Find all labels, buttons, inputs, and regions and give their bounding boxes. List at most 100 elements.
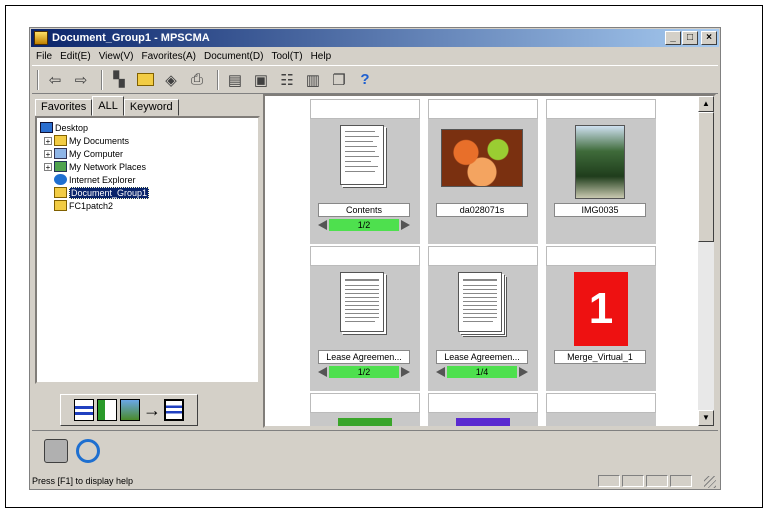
toolbar: ⇦ ⇨ ▚ ◈ ⎙ ▤ ▣ ☷ ▥ ❐ ?: [32, 65, 718, 94]
menu-document[interactable]: Document(D): [200, 51, 267, 62]
forward-arrow-icon[interactable]: ⇨: [70, 69, 92, 91]
status-panel: [646, 475, 668, 487]
menu-view[interactable]: View(V): [95, 51, 138, 62]
document-name: Merge_Virtual_1: [554, 350, 646, 364]
page-indicator: 1/2: [329, 366, 399, 378]
tree-item-document-group1[interactable]: Document_Group1: [54, 186, 150, 199]
tree-item-my-network-places[interactable]: My Network Places: [54, 160, 146, 173]
menu-edit[interactable]: Edit(E): [56, 51, 95, 62]
tree-item-desktop[interactable]: Desktop: [40, 121, 88, 134]
document-thumbnail-view: Contents 1/2 da028071s IMG0035 Lease Agr…: [263, 94, 716, 428]
folder-icon: [54, 200, 67, 211]
page-pager: 1/4: [436, 366, 528, 378]
document-card-partial[interactable]: [310, 393, 420, 426]
help-icon[interactable]: ?: [354, 69, 376, 91]
tab-favorites[interactable]: Favorites: [35, 99, 93, 116]
scroll-up-icon[interactable]: ▲: [698, 96, 714, 112]
prev-page-icon[interactable]: [318, 367, 327, 377]
title-bar[interactable]: Document_Group1 - MPSCMA _ □ ×: [31, 29, 719, 47]
toolbar-separator: [101, 69, 103, 90]
text-view-icon[interactable]: ▤: [224, 69, 246, 91]
status-panel: [622, 475, 644, 487]
computer-icon: [54, 148, 67, 159]
expand-icon[interactable]: +: [44, 163, 52, 172]
document-name: Contents: [318, 203, 410, 217]
folder-icon: [54, 187, 67, 198]
image-icon: [120, 399, 140, 421]
tree-item-my-computer[interactable]: My Computer: [54, 147, 123, 160]
scrollbar-thumb[interactable]: [698, 112, 714, 242]
back-arrow-icon[interactable]: ⇦: [44, 69, 66, 91]
merge-badge-icon: 1: [574, 272, 628, 346]
merged-document-icon: [164, 399, 184, 421]
page-pager: 1/2: [318, 366, 410, 378]
print-icon[interactable]: [44, 439, 68, 463]
toolbar-separator: [217, 69, 219, 90]
folder-icon: [54, 135, 67, 146]
resize-grip-icon[interactable]: [704, 476, 716, 488]
sync-icon[interactable]: [76, 439, 100, 463]
menu-help[interactable]: Help: [307, 51, 336, 62]
binoculars-icon[interactable]: ▚: [108, 69, 130, 91]
status-bar: Press [F1] to display help: [32, 473, 718, 489]
window-controls: _ □ ×: [665, 31, 717, 45]
app-window: Document_Group1 - MPSCMA _ □ × File Edit…: [29, 27, 721, 490]
tree-item-internet-explorer[interactable]: Internet Explorer: [54, 173, 136, 186]
menu-favorites[interactable]: Favorites(A): [138, 51, 200, 62]
menu-bar: File Edit(E) View(V) Favorites(A) Docume…: [32, 48, 335, 65]
scroll-down-icon[interactable]: ▼: [698, 410, 714, 426]
properties-icon[interactable]: ❐: [328, 69, 350, 91]
close-button[interactable]: ×: [701, 31, 717, 45]
next-page-icon[interactable]: [401, 220, 410, 230]
document-name: Lease Agreemen...: [436, 350, 528, 364]
document-name: IMG0035: [554, 203, 646, 217]
document-card-lease-agreement-1[interactable]: Lease Agreemen... 1/2: [310, 246, 420, 391]
next-page-icon[interactable]: [401, 367, 410, 377]
document-name: da028071s: [436, 203, 528, 217]
folder-icon[interactable]: [134, 69, 156, 91]
page-indicator: 1/2: [329, 219, 399, 231]
tab-keyword[interactable]: Keyword: [123, 99, 179, 116]
document-card-partial[interactable]: [546, 393, 656, 426]
document-card-partial[interactable]: [428, 393, 538, 426]
columns-icon[interactable]: ▥: [302, 69, 324, 91]
app-icon: [34, 31, 48, 45]
expand-icon[interactable]: +: [44, 137, 52, 146]
document-name: Lease Agreemen...: [318, 350, 410, 364]
internet-explorer-icon: [54, 174, 67, 185]
expand-icon[interactable]: +: [44, 150, 52, 159]
arrow-right-icon: →: [143, 399, 161, 420]
menu-file[interactable]: File: [32, 51, 56, 62]
page-pager: 1/2: [318, 219, 410, 231]
list-view-icon[interactable]: ☷: [276, 69, 298, 91]
network-icon: [54, 161, 67, 172]
next-page-icon[interactable]: [519, 367, 528, 377]
print-icon[interactable]: ⎙: [186, 69, 208, 91]
tab-all[interactable]: ALL: [92, 96, 124, 116]
status-panel: [598, 475, 620, 487]
tree-item-my-documents[interactable]: My Documents: [54, 134, 129, 147]
image-view-icon[interactable]: ▣: [250, 69, 272, 91]
minimize-button[interactable]: _: [665, 31, 681, 45]
vertical-scrollbar[interactable]: ▲ ▼: [698, 96, 714, 426]
document-card-contents[interactable]: Contents 1/2: [310, 99, 420, 244]
document-card-lease-agreement-2[interactable]: Lease Agreemen... 1/4: [428, 246, 538, 391]
document-card-da028071s[interactable]: da028071s: [428, 99, 538, 244]
tree-item-fc1patch2[interactable]: FC1patch2: [54, 199, 113, 212]
document-card-merge-virtual-1[interactable]: 1 Merge_Virtual_1: [546, 246, 656, 391]
window-title: Document_Group1 - MPSCMA: [52, 32, 210, 44]
palm-photo-thumbnail: [575, 125, 625, 199]
document-thumbnail: [458, 272, 502, 332]
menu-tool[interactable]: Tool(T): [267, 51, 306, 62]
document-thumbnail: [340, 125, 384, 185]
maximize-button[interactable]: □: [682, 31, 698, 45]
document-card-img0035[interactable]: IMG0035: [546, 99, 656, 244]
toolbar-separator: [37, 69, 39, 90]
prev-page-icon[interactable]: [318, 220, 327, 230]
nav-tabs: Favorites ALL Keyword: [35, 96, 179, 116]
folder-tree: Desktop + My Documents + My Computer + M…: [35, 116, 260, 384]
convert-button[interactable]: →: [60, 394, 198, 426]
action-bar: [32, 430, 718, 473]
scanner-icon[interactable]: ◈: [160, 69, 182, 91]
prev-page-icon[interactable]: [436, 367, 445, 377]
